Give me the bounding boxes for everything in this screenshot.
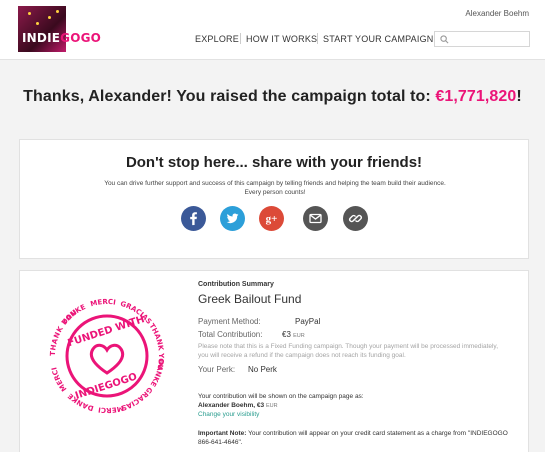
nav-divider [317, 33, 318, 44]
search-icon [440, 35, 449, 44]
badge-ring-word: MERCI [90, 298, 117, 308]
logo-text-white: INDIE [22, 31, 61, 45]
thanks-text: Thanks, Alexander! You raised the campai… [23, 88, 436, 105]
badge-title-top: FUNDED WITH [66, 314, 146, 349]
total-amount: €3 [282, 330, 291, 339]
thanks-heading: Thanks, Alexander! You raised the campai… [0, 88, 545, 106]
share-card: Don't stop here... share with your frien… [19, 139, 529, 259]
google-plus-icon: g+ [266, 213, 278, 225]
share-title: Don't stop here... share with your frien… [125, 154, 423, 171]
svg-text:MERCI: MERCI [98, 404, 125, 414]
share-facebook-button[interactable] [181, 206, 206, 231]
share-description-line: You can drive further support and succes… [104, 180, 446, 187]
payment-method-value: PayPal [295, 317, 321, 326]
logo-text[interactable]: INDIEGOGO [22, 31, 101, 45]
svg-text:MERCI: MERCI [50, 366, 68, 392]
share-google-plus-button[interactable]: g+ [259, 206, 284, 231]
share-email-button[interactable] [303, 206, 328, 231]
change-visibility-link[interactable]: Change your visibility [198, 411, 259, 418]
svg-text:DANKE: DANKE [148, 359, 164, 388]
twitter-icon [226, 213, 239, 224]
badge-ring-word: MERCI [50, 366, 68, 392]
nav-start-campaign[interactable]: START YOUR CAMPAIGN [323, 34, 434, 44]
funded-badge: THANK YOU DANKE MERCI GRACIAS THANK YOU … [49, 298, 165, 414]
visibility-display: Alexander Boehm, €3 EUR [198, 402, 278, 409]
visibility-description: Your contribution will be shown on the c… [198, 393, 364, 400]
svg-text:g+: g+ [266, 213, 278, 225]
display-amount: €3 [256, 402, 265, 409]
facebook-icon [190, 212, 197, 226]
perk-value: No Perk [248, 365, 277, 374]
badge-ring-word: DANKE [148, 359, 164, 388]
heart-icon [89, 343, 125, 375]
site-header: INDIEGOGO Alexander Boehm EXPLORE HOW IT… [0, 0, 545, 60]
thanks-suffix: ! [516, 88, 522, 105]
svg-text:MERCI: MERCI [90, 298, 117, 308]
funding-note: Please note that this is a Fixed Funding… [198, 343, 499, 359]
badge-ring-word: GRACIAS [120, 385, 153, 412]
currency-label: EUR [293, 333, 305, 339]
total-contribution-value: €3 EUR [282, 330, 305, 339]
campaign-name[interactable]: Greek Bailout Fund [198, 292, 301, 306]
link-icon [349, 214, 362, 223]
share-link-button[interactable] [343, 206, 368, 231]
contribution-summary-card: THANK YOU DANKE MERCI GRACIAS THANK YOU … [19, 270, 529, 452]
total-contribution-label: Total Contribution: [198, 330, 263, 339]
summary-label: Contribution Summary [198, 281, 274, 288]
display-currency: EUR [265, 403, 278, 409]
share-twitter-button[interactable] [220, 206, 245, 231]
logo-text-pink: GOGO [60, 31, 102, 45]
campaign-total: €1,771,820 [435, 88, 517, 105]
important-note: Important Note: Your contribution will a… [198, 429, 518, 447]
display-name: Alexander Boehm [198, 402, 254, 409]
perk-label: Your Perk: [198, 365, 236, 374]
badge-ring-word: MERCI [98, 404, 125, 414]
logo[interactable] [18, 6, 66, 52]
nav-how-it-works[interactable]: HOW IT WORKS [246, 34, 317, 44]
svg-text:GRACIAS: GRACIAS [120, 385, 153, 412]
important-note-label: Important Note: [198, 430, 247, 437]
nav-divider [240, 33, 241, 44]
payment-method-label: Payment Method: [198, 317, 261, 326]
user-menu[interactable]: Alexander Boehm [465, 9, 529, 18]
nav-explore[interactable]: EXPLORE [195, 34, 239, 44]
share-description-line: Every person counts! [244, 189, 306, 196]
share-description: You can drive further support and succes… [70, 179, 480, 197]
email-icon [309, 213, 322, 224]
search-input[interactable] [434, 31, 530, 47]
